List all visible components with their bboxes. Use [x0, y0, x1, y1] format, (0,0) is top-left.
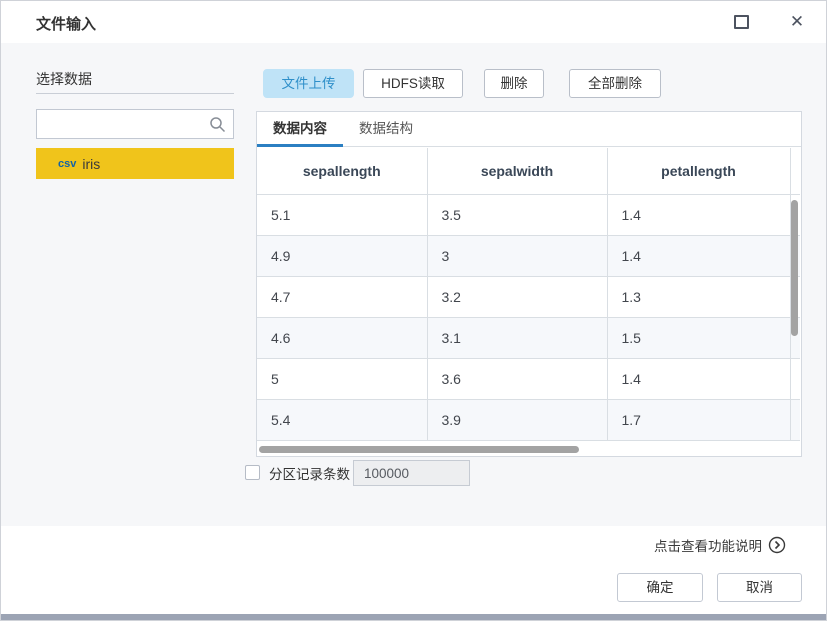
search-icon[interactable] — [209, 116, 226, 133]
column-header: sepallength — [257, 148, 428, 195]
file-upload-button[interactable]: 文件上传 — [263, 69, 354, 98]
section-divider — [36, 93, 234, 94]
partition-checkbox[interactable] — [245, 465, 260, 480]
cell: 3 — [427, 235, 608, 277]
data-table: sepallength sepalwidth petallength 5.1 3… — [257, 148, 800, 441]
dataset-item-iris[interactable]: csv iris — [36, 148, 234, 179]
help-link[interactable]: 点击查看功能说明 — [654, 535, 786, 555]
table-row: 4.7 3.2 1.3 — [257, 276, 800, 318]
dialog-title: 文件输入 — [36, 16, 97, 33]
cell: 3.5 — [427, 194, 608, 236]
column-header-partial — [790, 148, 800, 195]
search-input[interactable] — [37, 110, 233, 138]
dialog-body: 选择数据 csv iris 文件上传 HDFS读取 删除 全部删除 数据内容 数… — [1, 43, 826, 526]
cell: 1.3 — [607, 276, 791, 318]
table-row: 4.6 3.1 1.5 — [257, 317, 800, 359]
ok-button[interactable]: 确定 — [617, 573, 703, 602]
cell: 4.6 — [257, 317, 428, 359]
dialog-footer: 点击查看功能说明 确定 取消 — [1, 526, 826, 614]
table-row: 4.9 3 1.4 — [257, 235, 800, 277]
cell: 5.1 — [257, 194, 428, 236]
partition-label: 分区记录条数 — [269, 467, 350, 482]
cell: 1.4 — [607, 194, 791, 236]
close-icon[interactable]: ✕ — [786, 10, 808, 34]
vertical-scrollbar[interactable] — [791, 200, 798, 336]
chevron-circle-icon — [768, 536, 786, 554]
cell: 5.4 — [257, 399, 428, 441]
delete-all-button[interactable]: 全部删除 — [569, 69, 661, 98]
cell: 1.4 — [607, 358, 791, 400]
table-row: 5 3.6 1.4 — [257, 358, 800, 400]
horizontal-scrollbar[interactable] — [259, 446, 579, 453]
cell: 3.6 — [427, 358, 608, 400]
select-data-label: 选择数据 — [36, 71, 92, 87]
table-row: 5.4 3.9 1.7 — [257, 399, 800, 441]
column-header: sepalwidth — [427, 148, 608, 195]
cell: 3.9 — [427, 399, 608, 441]
cell-partial — [790, 358, 800, 400]
cell: 5 — [257, 358, 428, 400]
data-preview-panel: 数据内容 数据结构 sepallength sepalwidth petalle… — [256, 111, 802, 457]
tab-data-content[interactable]: 数据内容 — [257, 112, 343, 147]
cell: 4.7 — [257, 276, 428, 318]
maximize-icon[interactable] — [734, 15, 749, 29]
cancel-button[interactable]: 取消 — [717, 573, 802, 602]
delete-button[interactable]: 删除 — [484, 69, 544, 98]
cell: 4.9 — [257, 235, 428, 277]
cell: 3.2 — [427, 276, 608, 318]
tab-data-structure[interactable]: 数据结构 — [343, 112, 429, 147]
cell: 1.5 — [607, 317, 791, 359]
csv-badge: csv — [58, 157, 77, 170]
data-table-viewport: sepallength sepalwidth petallength 5.1 3… — [257, 148, 800, 455]
partition-count-input[interactable] — [353, 460, 470, 486]
dataset-search — [36, 109, 234, 139]
tabbar: 数据内容 数据结构 — [257, 112, 801, 147]
hdfs-read-button[interactable]: HDFS读取 — [363, 69, 463, 98]
cell-partial — [790, 399, 800, 441]
cell: 3.1 — [427, 317, 608, 359]
help-link-text: 点击查看功能说明 — [654, 539, 762, 554]
window-bottom-edge — [1, 614, 826, 620]
column-header: petallength — [607, 148, 791, 195]
titlebar: 文件输入 ✕ — [1, 1, 826, 43]
table-header-row: sepallength sepalwidth petallength — [257, 148, 800, 195]
cell: 1.4 — [607, 235, 791, 277]
cell: 1.7 — [607, 399, 791, 441]
dataset-name: iris — [82, 155, 101, 172]
table-row: 5.1 3.5 1.4 — [257, 194, 800, 236]
file-input-dialog: 文件输入 ✕ 选择数据 csv iris 文件上传 HDFS读取 删除 全部删除… — [0, 0, 827, 621]
